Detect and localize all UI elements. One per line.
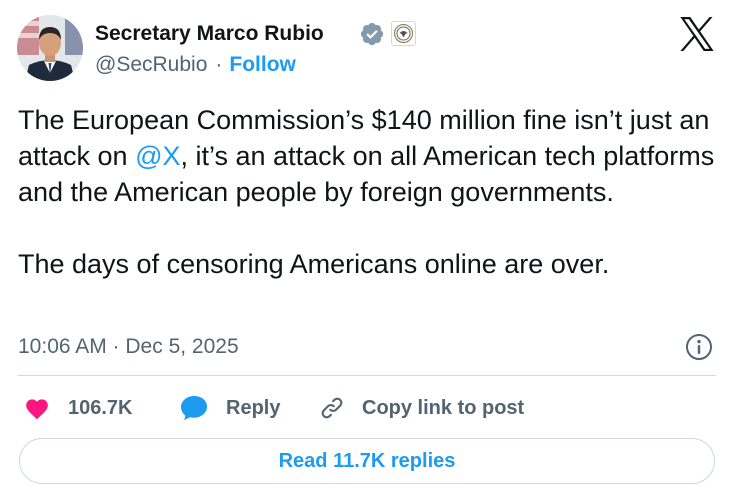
like-count: 106.7K xyxy=(68,396,133,419)
copy-link-button[interactable]: Copy link to post xyxy=(318,392,524,424)
author-name[interactable]: Secretary Marco Rubio xyxy=(95,22,324,46)
avatar-photo xyxy=(17,15,83,81)
follow-link[interactable]: Follow xyxy=(229,53,296,76)
copy-link-label: Copy link to post xyxy=(362,396,525,419)
x-logo-icon[interactable] xyxy=(678,17,716,51)
verified-check-icon xyxy=(359,21,385,47)
info-icon[interactable] xyxy=(685,333,713,361)
post-card: Secretary Marco Rubio @SecRubio · Follow T… xyxy=(0,0,738,504)
link-icon xyxy=(321,397,343,419)
mention-link[interactable]: @X xyxy=(135,141,180,171)
read-replies-label: Read 11.7K replies xyxy=(278,449,456,472)
separator-dot: · xyxy=(215,53,223,76)
divider xyxy=(18,375,716,376)
post-paragraph-1: The European Commission’s $140 million f… xyxy=(18,102,723,210)
post-timestamp[interactable]: 10:06 AM · Dec 5, 2025 xyxy=(18,334,239,360)
post-paragraph-2: The days of censoring Americans online a… xyxy=(18,249,610,279)
reply-label: Reply xyxy=(226,396,281,419)
reply-button[interactable]: Reply xyxy=(180,392,280,424)
read-replies-button[interactable]: Read 11.7K replies xyxy=(19,438,715,484)
state-department-seal-icon xyxy=(391,21,416,46)
avatar[interactable] xyxy=(17,15,83,81)
post-text: The European Commission’s $140 million f… xyxy=(18,102,723,282)
handle-row: @SecRubio · Follow xyxy=(95,53,296,77)
speech-bubble-icon xyxy=(181,396,207,420)
heart-icon xyxy=(26,399,48,420)
like-button[interactable]: 106.7K xyxy=(24,392,133,424)
author-handle[interactable]: @SecRubio xyxy=(95,53,207,76)
